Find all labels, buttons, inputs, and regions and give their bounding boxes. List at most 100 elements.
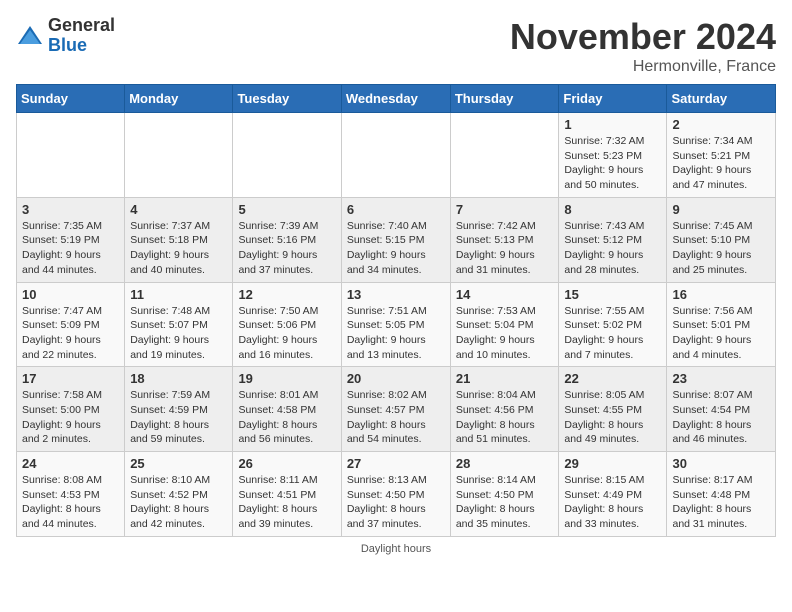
weekday-header: Saturday <box>667 85 776 113</box>
weekday-header: Thursday <box>450 85 559 113</box>
day-number: 23 <box>672 371 770 386</box>
calendar-week-row: 17Sunrise: 7:58 AM Sunset: 5:00 PM Dayli… <box>17 367 776 452</box>
day-info: Sunrise: 7:43 AM Sunset: 5:12 PM Dayligh… <box>564 219 661 278</box>
day-number: 4 <box>130 202 227 217</box>
day-number: 1 <box>564 117 661 132</box>
day-number: 10 <box>22 287 119 302</box>
weekday-header: Friday <box>559 85 667 113</box>
day-info: Sunrise: 8:04 AM Sunset: 4:56 PM Dayligh… <box>456 388 554 447</box>
calendar-cell <box>125 113 233 198</box>
calendar-header-row: SundayMondayTuesdayWednesdayThursdayFrid… <box>17 85 776 113</box>
day-info: Sunrise: 8:01 AM Sunset: 4:58 PM Dayligh… <box>238 388 335 447</box>
day-info: Sunrise: 7:34 AM Sunset: 5:21 PM Dayligh… <box>672 134 770 193</box>
day-info: Sunrise: 7:56 AM Sunset: 5:01 PM Dayligh… <box>672 304 770 363</box>
calendar-cell: 4 Sunrise: 7:37 AM Sunset: 5:18 PM Daylig… <box>125 197 233 282</box>
title-area: November 2024 Hermonville, France <box>510 16 776 76</box>
calendar-cell: 15 Sunrise: 7:55 AM Sunset: 5:02 PM Dayli… <box>559 282 667 367</box>
day-info: Sunrise: 8:02 AM Sunset: 4:57 PM Dayligh… <box>347 388 445 447</box>
calendar-cell: 7Sunrise: 7:42 AM Sunset: 5:13 PM Daylig… <box>450 197 559 282</box>
day-number: 26 <box>238 456 335 471</box>
calendar-cell: 21 Sunrise: 8:04 AM Sunset: 4:56 PM Dayli… <box>450 367 559 452</box>
calendar-cell: 1 Sunrise: 7:32 AM Sunset: 5:23 PM Daylig… <box>559 113 667 198</box>
day-number: 16 <box>672 287 770 302</box>
day-info: Sunrise: 8:07 AM Sunset: 4:54 PM Dayligh… <box>672 388 770 447</box>
calendar-cell: 19 Sunrise: 8:01 AM Sunset: 4:58 PM Dayli… <box>233 367 341 452</box>
day-info: Sunrise: 8:11 AM Sunset: 4:51 PM Dayligh… <box>238 473 335 532</box>
logo-blue: Blue <box>48 36 115 56</box>
calendar-cell <box>341 113 450 198</box>
day-info: Sunrise: 7:35 AM Sunset: 5:19 PM Dayligh… <box>22 219 119 278</box>
day-info: Sunrise: 7:53 AM Sunset: 5:04 PM Dayligh… <box>456 304 554 363</box>
day-number: 25 <box>130 456 227 471</box>
calendar-cell: 30Sunrise: 8:17 AM Sunset: 4:48 PM Dayli… <box>667 452 776 537</box>
day-number: 18 <box>130 371 227 386</box>
day-info: Sunrise: 7:55 AM Sunset: 5:02 PM Dayligh… <box>564 304 661 363</box>
calendar-cell: 29 Sunrise: 8:15 AM Sunset: 4:49 PM Dayli… <box>559 452 667 537</box>
weekday-header: Sunday <box>17 85 125 113</box>
calendar-cell: 26 Sunrise: 8:11 AM Sunset: 4:51 PM Dayli… <box>233 452 341 537</box>
logo: General Blue <box>16 16 115 56</box>
calendar-week-row: 3Sunrise: 7:35 AM Sunset: 5:19 PM Daylig… <box>17 197 776 282</box>
day-number: 19 <box>238 371 335 386</box>
weekday-header: Tuesday <box>233 85 341 113</box>
day-number: 22 <box>564 371 661 386</box>
day-info: Sunrise: 7:48 AM Sunset: 5:07 PM Dayligh… <box>130 304 227 363</box>
calendar-cell: 8 Sunrise: 7:43 AM Sunset: 5:12 PM Daylig… <box>559 197 667 282</box>
page-header: General Blue November 2024 Hermonville, … <box>16 16 776 76</box>
calendar-cell: 27Sunrise: 8:13 AM Sunset: 4:50 PM Dayli… <box>341 452 450 537</box>
day-info: Sunrise: 7:58 AM Sunset: 5:00 PM Dayligh… <box>22 388 119 447</box>
logo-general: General <box>48 16 115 36</box>
day-info: Sunrise: 7:50 AM Sunset: 5:06 PM Dayligh… <box>238 304 335 363</box>
day-number: 8 <box>564 202 661 217</box>
day-info: Sunrise: 8:05 AM Sunset: 4:55 PM Dayligh… <box>564 388 661 447</box>
calendar-week-row: 1 Sunrise: 7:32 AM Sunset: 5:23 PM Daylig… <box>17 113 776 198</box>
calendar-cell: 24Sunrise: 8:08 AM Sunset: 4:53 PM Dayli… <box>17 452 125 537</box>
calendar-table: SundayMondayTuesdayWednesdayThursdayFrid… <box>16 84 776 537</box>
calendar-cell <box>17 113 125 198</box>
day-number: 13 <box>347 287 445 302</box>
calendar-cell: 22 Sunrise: 8:05 AM Sunset: 4:55 PM Dayli… <box>559 367 667 452</box>
logo-text: General Blue <box>48 16 115 56</box>
daylight-note: Daylight hours <box>361 543 431 555</box>
calendar-cell: 2 Sunrise: 7:34 AM Sunset: 5:21 PM Daylig… <box>667 113 776 198</box>
calendar-cell: 13Sunrise: 7:51 AM Sunset: 5:05 PM Dayli… <box>341 282 450 367</box>
day-number: 11 <box>130 287 227 302</box>
weekday-header: Wednesday <box>341 85 450 113</box>
calendar-cell: 20Sunrise: 8:02 AM Sunset: 4:57 PM Dayli… <box>341 367 450 452</box>
day-info: Sunrise: 8:15 AM Sunset: 4:49 PM Dayligh… <box>564 473 661 532</box>
day-info: Sunrise: 7:42 AM Sunset: 5:13 PM Dayligh… <box>456 219 554 278</box>
calendar-week-row: 10 Sunrise: 7:47 AM Sunset: 5:09 PM Dayli… <box>17 282 776 367</box>
day-info: Sunrise: 7:59 AM Sunset: 4:59 PM Dayligh… <box>130 388 227 447</box>
day-number: 28 <box>456 456 554 471</box>
day-number: 29 <box>564 456 661 471</box>
calendar-cell: 6Sunrise: 7:40 AM Sunset: 5:15 PM Daylig… <box>341 197 450 282</box>
calendar-cell: 28Sunrise: 8:14 AM Sunset: 4:50 PM Dayli… <box>450 452 559 537</box>
day-number: 15 <box>564 287 661 302</box>
calendar-cell: 11 Sunrise: 7:48 AM Sunset: 5:07 PM Dayli… <box>125 282 233 367</box>
day-info: Sunrise: 7:39 AM Sunset: 5:16 PM Dayligh… <box>238 219 335 278</box>
calendar-cell: 17Sunrise: 7:58 AM Sunset: 5:00 PM Dayli… <box>17 367 125 452</box>
calendar-cell: 16 Sunrise: 7:56 AM Sunset: 5:01 PM Dayli… <box>667 282 776 367</box>
day-number: 24 <box>22 456 119 471</box>
day-number: 9 <box>672 202 770 217</box>
day-info: Sunrise: 8:10 AM Sunset: 4:52 PM Dayligh… <box>130 473 227 532</box>
day-number: 5 <box>238 202 335 217</box>
calendar-cell: 25 Sunrise: 8:10 AM Sunset: 4:52 PM Dayli… <box>125 452 233 537</box>
logo-icon <box>16 22 44 50</box>
day-number: 2 <box>672 117 770 132</box>
day-info: Sunrise: 8:13 AM Sunset: 4:50 PM Dayligh… <box>347 473 445 532</box>
day-number: 21 <box>456 371 554 386</box>
footer-note: Daylight hours <box>16 543 776 555</box>
calendar-cell <box>233 113 341 198</box>
calendar-cell: 23 Sunrise: 8:07 AM Sunset: 4:54 PM Dayli… <box>667 367 776 452</box>
day-number: 12 <box>238 287 335 302</box>
day-number: 30 <box>672 456 770 471</box>
day-info: Sunrise: 7:32 AM Sunset: 5:23 PM Dayligh… <box>564 134 661 193</box>
calendar-cell: 14Sunrise: 7:53 AM Sunset: 5:04 PM Dayli… <box>450 282 559 367</box>
day-number: 6 <box>347 202 445 217</box>
day-info: Sunrise: 7:37 AM Sunset: 5:18 PM Dayligh… <box>130 219 227 278</box>
day-info: Sunrise: 7:47 AM Sunset: 5:09 PM Dayligh… <box>22 304 119 363</box>
calendar-cell: 5 Sunrise: 7:39 AM Sunset: 5:16 PM Daylig… <box>233 197 341 282</box>
weekday-header: Monday <box>125 85 233 113</box>
calendar-cell: 9Sunrise: 7:45 AM Sunset: 5:10 PM Daylig… <box>667 197 776 282</box>
